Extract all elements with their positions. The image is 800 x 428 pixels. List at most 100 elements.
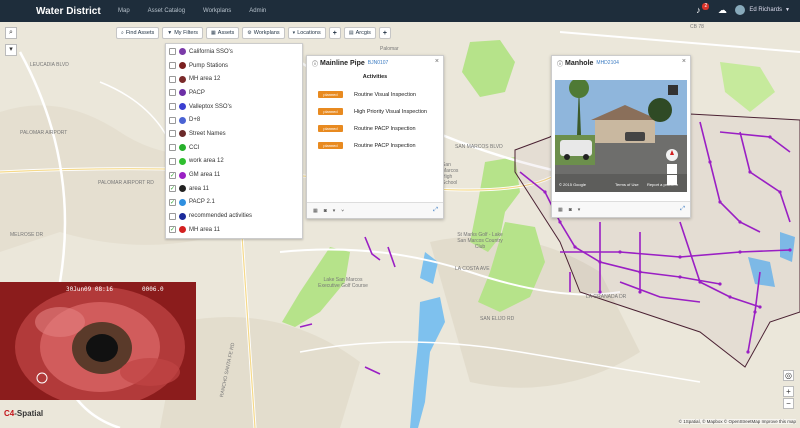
layer-item[interactable]: MH area 12 [166, 72, 302, 86]
arcgis-button[interactable]: ▤ Arcgis [343, 27, 376, 39]
layer-item[interactable]: Street Names [166, 127, 302, 141]
map-label: LA COSTA AVE [455, 266, 490, 272]
activity-row[interactable]: planned Routine PACP Inspection [307, 120, 443, 137]
checkbox[interactable] [169, 157, 176, 165]
zoom-out-button[interactable]: − [783, 398, 794, 409]
layer-color-swatch [179, 75, 186, 83]
nav-map[interactable]: Map [118, 8, 130, 14]
checkbox-checked[interactable]: ✓ [169, 185, 176, 193]
cloud-sync-icon[interactable]: ☁ [715, 3, 729, 17]
binoculars-icon[interactable]: ◙ [569, 207, 572, 213]
layers-panel: California SSO's Pump Stations MH area 12 P… [165, 43, 303, 239]
layer-color-swatch [179, 144, 186, 152]
checkbox-checked[interactable]: ✓ [169, 226, 176, 234]
checkbox[interactable] [169, 212, 176, 220]
layer-item[interactable]: ✓ area 11 [166, 182, 302, 196]
checkbox[interactable] [169, 116, 176, 124]
layer-item[interactable]: CCI [166, 141, 302, 155]
map-label: LA GRANADA DR [586, 294, 627, 300]
add-arcgis-button[interactable]: + [378, 27, 391, 39]
terms-link[interactable]: Terms of Use [615, 182, 639, 187]
map-toolbar: ⌕ Find Assets ▼ My Filters ▦ Assets ⚙ Workpl… [116, 27, 394, 39]
notification-badge: 2 [702, 3, 710, 10]
checkbox[interactable] [169, 75, 176, 83]
expand-icon[interactable]: ⤢ [680, 206, 685, 213]
zoom-in-button[interactable]: + [783, 386, 794, 397]
my-filters-button[interactable]: ▼ My Filters [162, 27, 204, 39]
layer-name: D+8 [189, 117, 201, 124]
popup-footer: ▦ ◙ ▾ ⑂ ⤢ [307, 202, 443, 218]
nav-workplans[interactable]: Workplans [203, 8, 231, 14]
checkbox-checked[interactable]: ✓ [169, 171, 176, 179]
expand-icon[interactable]: ⤢ [433, 207, 438, 214]
logo-text: -Spatial [14, 409, 44, 418]
chevron-down-icon[interactable]: ▼ [785, 7, 790, 13]
globe-icon[interactable]: ◎ [783, 370, 794, 381]
report-problem-link[interactable]: Report a problem [647, 182, 678, 187]
layer-item[interactable]: Valleptox SSO's [166, 100, 302, 114]
arcgis-label: Arcgis [355, 30, 371, 36]
plus-icon: + [332, 29, 337, 37]
locate-button[interactable]: ▾ [5, 44, 17, 56]
grid-icon[interactable]: ▦ [558, 207, 563, 213]
checkbox[interactable] [169, 62, 176, 70]
layer-item[interactable]: PACP [166, 86, 302, 100]
checkbox[interactable] [169, 103, 176, 111]
activity-row[interactable]: planned Routine PACP Inspection [307, 137, 443, 154]
hierarchy-icon[interactable]: ⑂ [341, 208, 344, 214]
layer-name: MH area 12 [189, 76, 221, 83]
asset-id-link[interactable]: MHD2104 [596, 60, 619, 66]
layer-color-swatch [179, 171, 186, 179]
layer-name: Pump Stations [189, 62, 229, 69]
layer-item[interactable]: ✓ GM area 11 [166, 168, 302, 182]
layer-name: MH area 11 [189, 226, 220, 233]
assets-label: Assets [217, 30, 235, 36]
notifications-button[interactable]: ♪ 2 [691, 3, 710, 17]
pin-icon[interactable]: ▾ [333, 208, 336, 214]
checkbox[interactable] [169, 130, 176, 138]
checkbox[interactable] [169, 144, 176, 152]
app-header: Water District Map Asset Catalog Workpla… [0, 0, 800, 22]
activity-row[interactable]: planned Routine Visual Inspection [307, 86, 443, 103]
gear-icon: ⚙ [247, 30, 252, 36]
status-badge: planned [318, 91, 343, 98]
add-location-button[interactable]: + [328, 27, 341, 39]
find-assets-button[interactable]: ⌕ Find Assets [116, 27, 160, 39]
plus-icon: + [382, 29, 387, 37]
search-icon: ⌕ [121, 30, 124, 36]
close-icon[interactable]: × [682, 58, 686, 65]
cctv-inspection-video[interactable]: 30Jun09 08:16 0006.0 [0, 282, 196, 400]
binoculars-icon[interactable]: ◙ [324, 208, 327, 214]
search-map-button[interactable]: ⌕ [5, 27, 17, 39]
close-icon[interactable]: × [435, 58, 439, 65]
bell-icon: ♪ [696, 5, 701, 15]
pin-icon[interactable]: ▾ [578, 207, 581, 213]
activity-row[interactable]: planned High Priority Visual Inspection [307, 103, 443, 120]
layer-item[interactable]: recommended activities [166, 209, 302, 223]
layer-name: PACP [189, 89, 205, 96]
workplans-button[interactable]: ⚙ Workplans [242, 27, 285, 39]
locations-button[interactable]: ▾ Locations [287, 27, 326, 39]
layer-item[interactable]: D+8 [166, 113, 302, 127]
avatar[interactable] [735, 5, 746, 15]
layer-item[interactable]: ✓ PACP 2.1 [166, 196, 302, 210]
layer-color-swatch [179, 198, 186, 206]
video-counter: 0006.0 [142, 286, 164, 293]
assets-button[interactable]: ▦ Assets [206, 27, 240, 39]
checkbox-checked[interactable]: ✓ [169, 198, 176, 206]
grid-icon[interactable]: ▦ [313, 208, 318, 214]
checkbox[interactable] [169, 89, 176, 97]
layer-item[interactable]: California SSO's [166, 45, 302, 59]
street-view-image[interactable]: © 2015 Google Terms of Use Report a prob… [555, 80, 687, 192]
map-label: SAN MARCOS BLVD [455, 144, 503, 150]
layer-item[interactable]: Pump Stations [166, 59, 302, 73]
map-label: LEUCADIA BLVD [30, 62, 69, 68]
layer-item[interactable]: work area 12 [166, 155, 302, 169]
search-icon: ⌕ [9, 29, 13, 36]
asset-id-link[interactable]: BJN0107 [368, 60, 389, 66]
layer-item[interactable]: ✓ MH area 11 [166, 223, 302, 237]
user-name[interactable]: Ed Richards [749, 7, 782, 13]
checkbox[interactable] [169, 48, 176, 56]
nav-asset-catalog[interactable]: Asset Catalog [148, 8, 185, 14]
nav-admin[interactable]: Admin [249, 8, 266, 14]
